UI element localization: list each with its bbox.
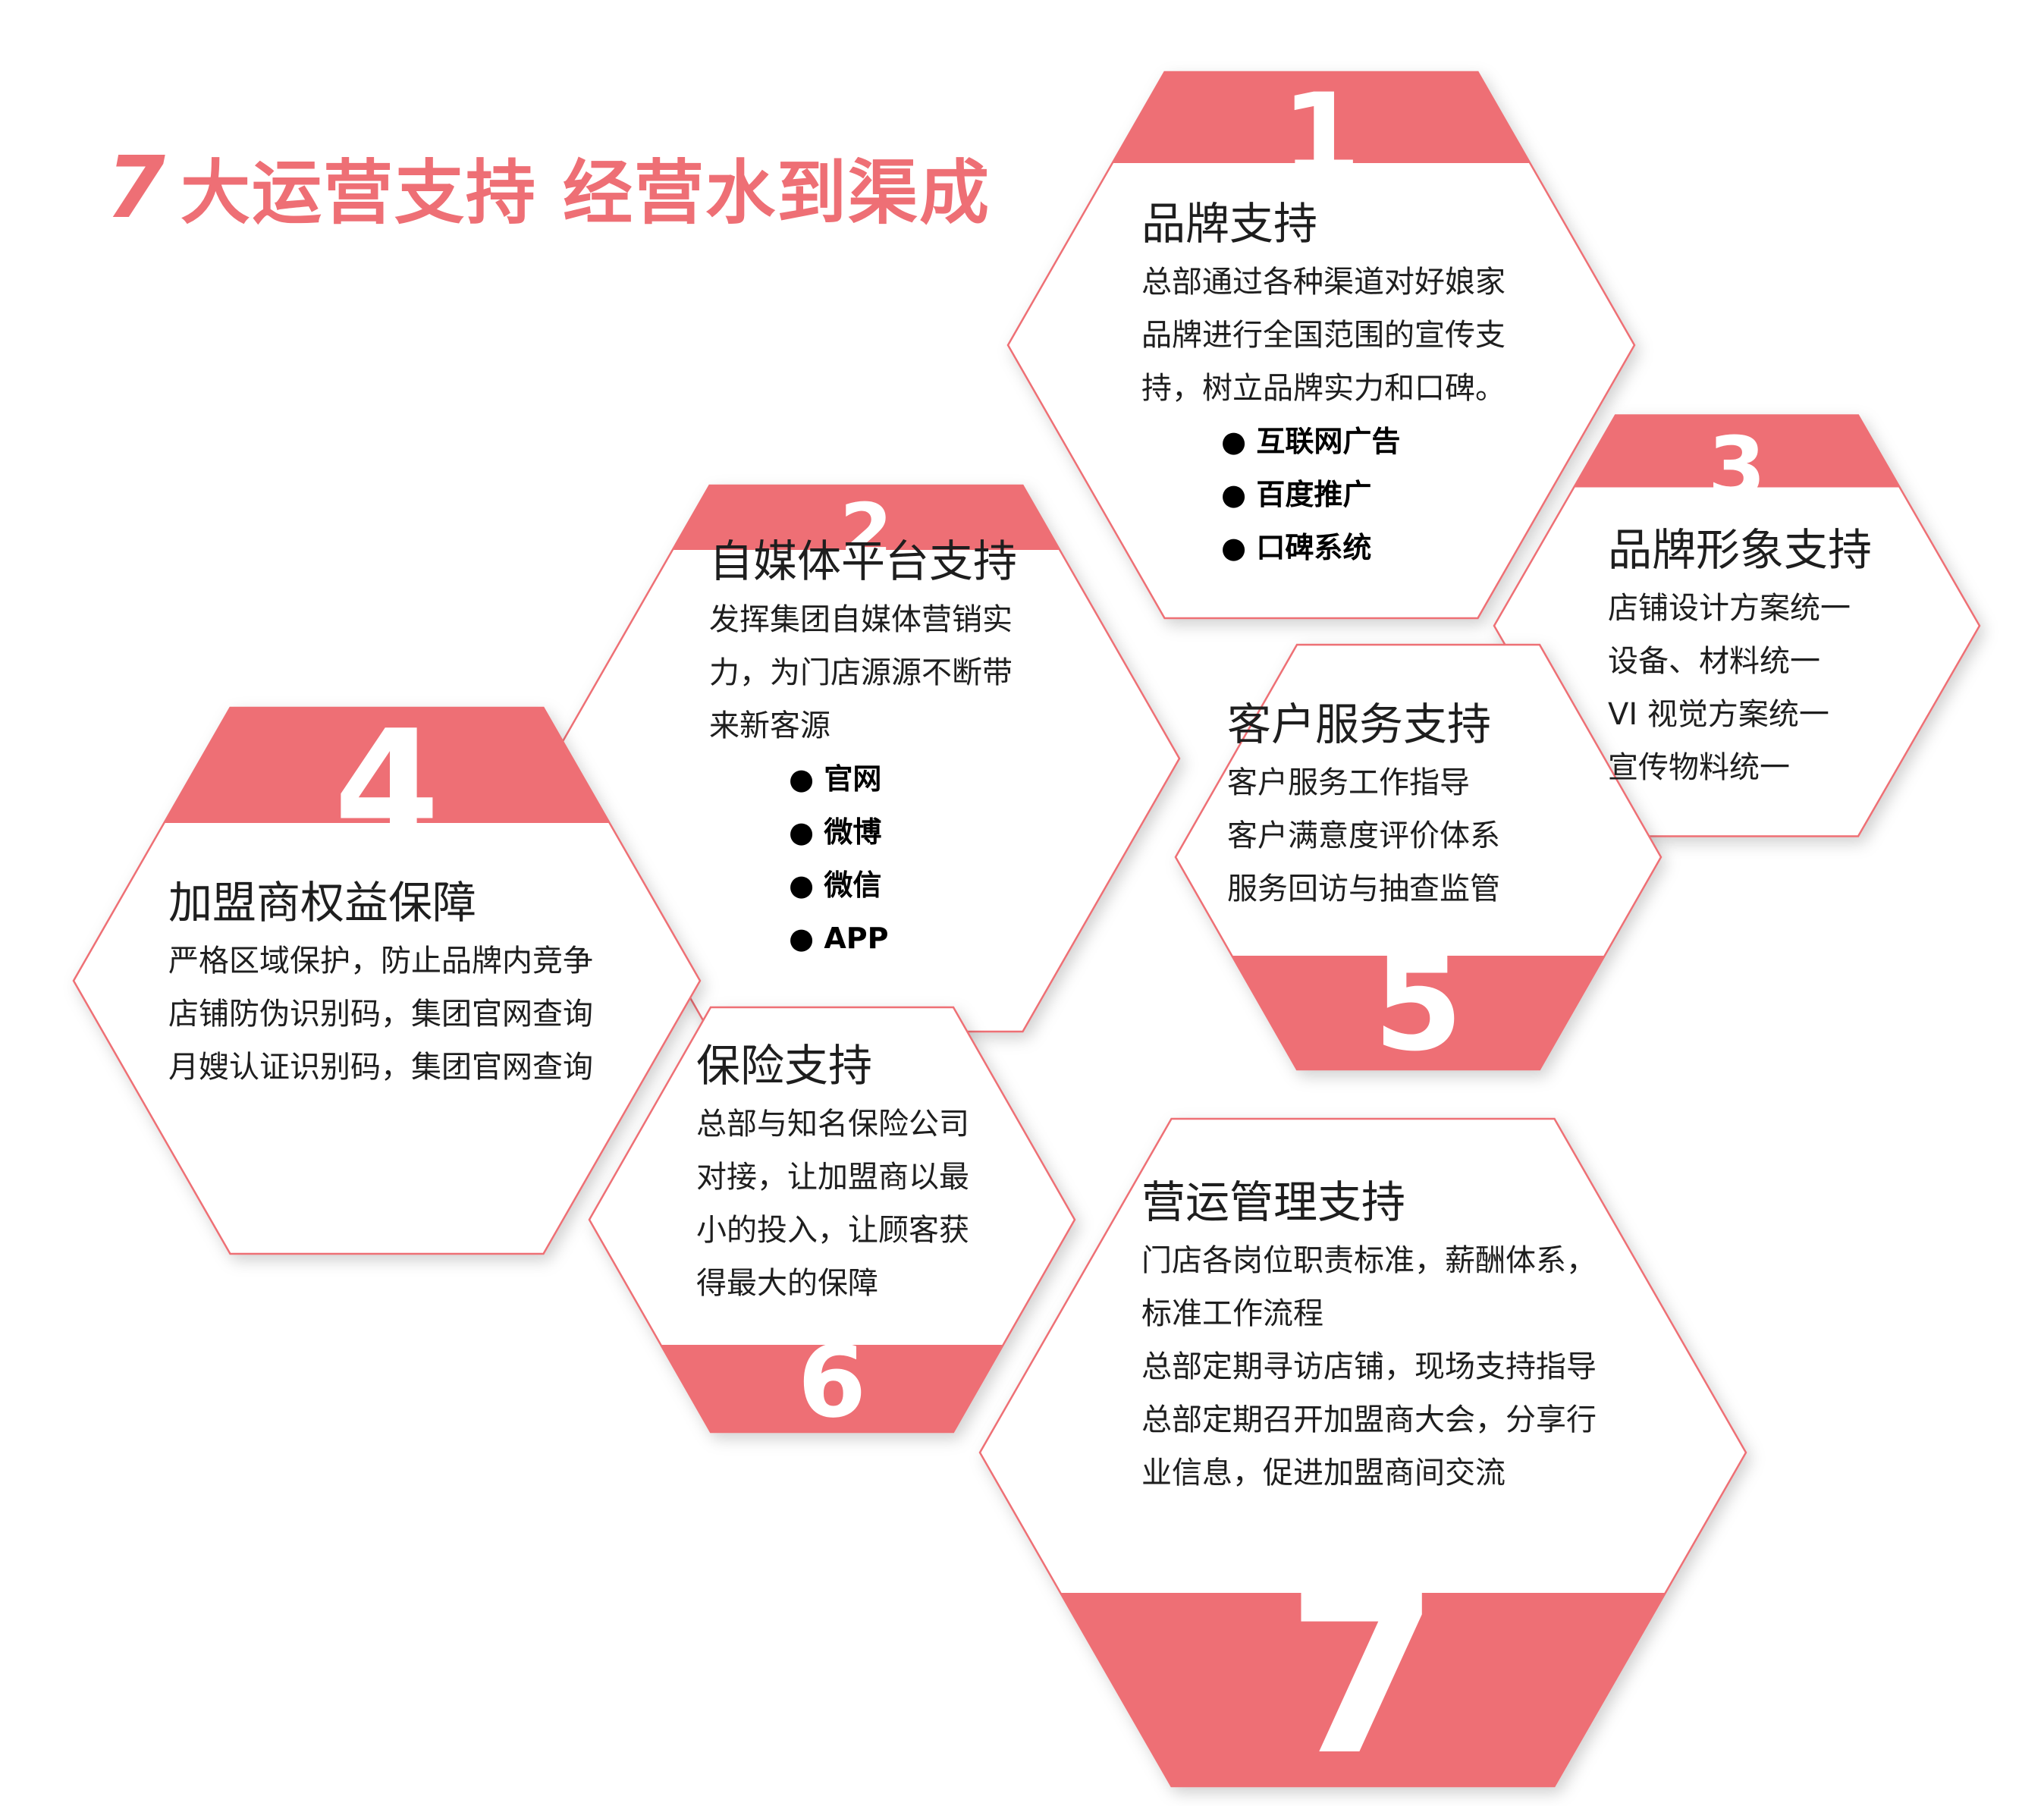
card-1-line: 品牌进行全国范围的宣传支: [1141, 318, 1506, 353]
card-2-line: 力，为门店源源不断带: [709, 655, 1013, 690]
card-6-line: 小的投入，让顾客获: [696, 1213, 969, 1248]
card-7-line: 总部定期寻访店铺，现场支持指导: [1141, 1349, 1597, 1384]
card-5-line: 服务回访与抽查监管: [1227, 872, 1500, 906]
card-1-bullet: 百度推广: [1221, 468, 1371, 521]
card-4-line: 严格区域保护，防止品牌内竞争: [168, 944, 593, 978]
card-4-line: 店铺防伪识别码，集团官网查询: [168, 997, 593, 1032]
card-1-bullet: 口碑系统: [1221, 521, 1371, 574]
card-title-4: 加盟商权益保障: [168, 877, 477, 928]
card-4-line: 月嫂认证识别码，集团官网查询: [168, 1050, 593, 1085]
card-2-line: 来新客源: [709, 708, 830, 743]
card-number-6: 6: [797, 1324, 867, 1440]
card-number-3: 3: [1707, 419, 1766, 517]
title-number: 7: [106, 139, 167, 237]
card-1-line: 持，树立品牌实力和口碑。: [1141, 371, 1506, 406]
card-6-line: 得最大的保障: [696, 1266, 878, 1301]
card-2-bullet: 微博: [789, 806, 881, 859]
card-number-5: 5: [1373, 929, 1464, 1080]
card-3-line: 宣传物料统一: [1608, 750, 1790, 785]
card-title-3: 品牌形象支持: [1608, 524, 1873, 576]
card-2-bullet: APP: [789, 912, 888, 965]
page-title: 7 大运营支持 经营水到渠成: [106, 137, 991, 237]
card-title-2: 自媒体平台支持: [709, 536, 1018, 587]
card-6-line: 总部与知名保险公司: [696, 1107, 969, 1142]
card-number-4: 4: [334, 698, 440, 875]
card-7-line: 业信息，促进加盟商间交流: [1141, 1456, 1506, 1490]
card-7-line: 标准工作流程: [1141, 1296, 1323, 1331]
card-2-line: 发挥集团自媒体营销实: [709, 602, 1013, 637]
card-title-7: 营运管理支持: [1141, 1176, 1406, 1228]
card-number-1: 1: [1281, 70, 1361, 202]
card-title-5: 客户服务支持: [1227, 699, 1492, 750]
card-3-line: 店铺设计方案统一: [1608, 591, 1851, 626]
card-title-1: 品牌支持: [1141, 198, 1318, 250]
card-2-bullet: 微信: [789, 859, 881, 912]
card-3-line: VI 视觉方案统一: [1608, 697, 1829, 732]
card-3-line: 设备、材料统一: [1608, 644, 1820, 679]
card-title-6: 保险支持: [696, 1040, 873, 1091]
card-1-bullet: 互联网广告: [1221, 415, 1400, 468]
card-1-line: 总部通过各种渠道对好娘家: [1141, 265, 1506, 300]
card-7-line: 总部定期召开加盟商大会，分享行: [1141, 1402, 1597, 1437]
card-6-line: 对接，让加盟商以最: [696, 1160, 969, 1195]
card-5-line: 客户满意度评价体系: [1227, 818, 1500, 853]
card-2-bullet: 官网: [789, 752, 881, 806]
card-number-7: 7: [1286, 1548, 1440, 1804]
card-7-line: 门店各岗位职责标准，薪酬体系，: [1141, 1243, 1597, 1278]
title-text: 大运营支持 经营水到渠成: [180, 152, 991, 234]
card-5-line: 客户服务工作指导: [1227, 765, 1470, 800]
